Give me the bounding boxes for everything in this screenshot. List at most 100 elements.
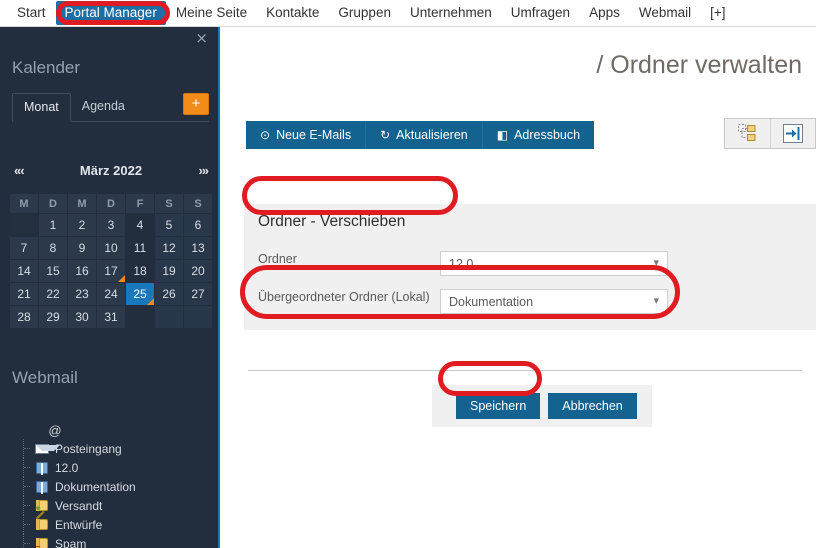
add-event-button[interactable]: + xyxy=(183,93,209,115)
close-icon[interactable]: × xyxy=(195,31,208,46)
form-row-ordner: Ordner 12.0 ▾ xyxy=(244,251,816,276)
calendar-day[interactable]: 22 xyxy=(38,282,68,306)
adressbuch-button[interactable]: ◧ Adressbuch xyxy=(483,121,594,149)
ordner-select[interactable]: 12.0 ▾ xyxy=(440,251,668,276)
nav-item-gruppen[interactable]: Gruppen xyxy=(329,1,400,25)
save-button[interactable]: Speichern xyxy=(456,393,541,419)
calendar-month-label: März 2022 xyxy=(79,163,143,178)
nav-item-meine-seite[interactable]: Meine Seite xyxy=(167,1,256,25)
main-content: / Ordner verwalten ⊙ Neue E-Mails ↻ Aktuali… xyxy=(222,27,816,548)
collapse-panel-icon[interactable] xyxy=(771,119,816,148)
calendar-weekday-row: MDMDFSS xyxy=(9,193,213,214)
nav-item-kontakte[interactable]: Kontakte xyxy=(257,1,328,25)
calendar-day[interactable]: 11 xyxy=(125,236,155,260)
calendar-day[interactable]: 15 xyxy=(38,259,68,283)
calendar-day[interactable]: 30 xyxy=(67,305,97,329)
calendar-week-row: 7 8 9 10 11 12 13 xyxy=(9,236,213,260)
calendar-day[interactable]: 2 xyxy=(67,213,97,237)
calendar-day[interactable]: 5 xyxy=(154,213,184,237)
calendar-day[interactable]: 13 xyxy=(183,236,213,260)
page-title: / Ordner verwalten xyxy=(596,51,802,79)
calendar-day[interactable]: 18 xyxy=(125,259,155,283)
calendar-day[interactable]: 3 xyxy=(96,213,126,237)
calendar-week-row: 21 22 23 24 25 26 27 xyxy=(9,282,213,306)
webmail-folder-label: Entwürfe xyxy=(55,517,103,532)
calendar-day[interactable]: 6 xyxy=(183,213,213,237)
calendar-weekday: S xyxy=(183,193,213,214)
folder-tree-icon[interactable] xyxy=(725,119,770,148)
webmail-folder-label: Posteingang xyxy=(55,441,122,456)
view-tools-toolbar xyxy=(724,118,816,149)
calendar-tabs: Monat Agenda + xyxy=(12,93,209,122)
neue-e-mails-button[interactable]: ⊙ Neue E-Mails xyxy=(246,121,367,149)
nav-item-webmail[interactable]: Webmail xyxy=(630,1,700,25)
webmail-folder-label: Versandt xyxy=(55,498,103,513)
app-root: Start Portal Manager Meine Seite Kontakte Gr… xyxy=(0,0,816,548)
calendar-day[interactable]: 10 xyxy=(96,236,126,260)
calendar-day[interactable]: 25 xyxy=(125,282,155,306)
calendar-day[interactable]: 1 xyxy=(38,213,68,237)
calendar-day[interactable]: 27 xyxy=(183,282,213,306)
calendar-day[interactable]: 20 xyxy=(183,259,213,283)
calendar-grid: MDMDFSS 1 2 3 4 5 6 7 8 9 10 11 12 13 14 15 16 17 18 19 20 2… xyxy=(9,193,213,329)
webmail-folder-item[interactable]: + Versandt xyxy=(22,496,212,515)
envelope-icon xyxy=(34,442,60,456)
webmail-heading: Webmail xyxy=(12,368,78,387)
calendar-days-body: 1 2 3 4 5 6 7 8 9 10 11 12 13 14 15 16 17 18 19 20 21 22 23 24 2… xyxy=(9,213,213,329)
calendar-day[interactable]: 24 xyxy=(96,282,126,306)
nav-item-start[interactable]: Start xyxy=(8,1,55,25)
calendar-day[interactable]: 19 xyxy=(154,259,184,283)
calendar-weekday: M xyxy=(9,193,39,214)
calendar-day[interactable]: 7 xyxy=(9,236,39,260)
calendar-month-nav: «‹ März 2022 ›» xyxy=(10,161,212,186)
nav-item-unternehmen[interactable]: Unternehmen xyxy=(401,1,501,25)
webmail-folder-item[interactable]: – Spam xyxy=(22,534,212,548)
webmail-folder-label: 12.0 xyxy=(55,460,79,475)
book-folder-icon xyxy=(34,461,50,475)
aktualisieren-button[interactable]: ↻ Aktualisieren xyxy=(366,121,483,149)
nav-item-[interactable]: [+] xyxy=(701,1,734,25)
calendar-day[interactable]: 9 xyxy=(67,236,97,260)
calendar-day[interactable]: 26 xyxy=(154,282,184,306)
calendar-day-empty xyxy=(154,305,184,329)
nav-item-portal-manager[interactable]: Portal Manager xyxy=(55,1,166,25)
top-navigation-bar: Start Portal Manager Meine Seite Kontakte Gr… xyxy=(0,0,816,27)
calendar-weekday: S xyxy=(154,193,184,214)
toolbar-button-label: Aktualisieren xyxy=(396,128,468,142)
calendar-week-row: 14 15 16 17 18 19 20 xyxy=(9,259,213,283)
webmail-folder-label: Dokumentation xyxy=(55,479,136,494)
calendar-day[interactable]: 31 xyxy=(96,305,126,329)
webmail-folder-item[interactable]: 12.0 xyxy=(22,458,212,477)
toolbar-button-label: Neue E-Mails xyxy=(276,128,352,142)
calendar-day[interactable]: 8 xyxy=(38,236,68,260)
calendar-day[interactable]: 16 xyxy=(67,259,97,283)
parent-ordner-select-value: Dokumentation xyxy=(449,294,534,309)
calendar-day[interactable]: 23 xyxy=(67,282,97,306)
calendar-weekday: F xyxy=(125,193,155,214)
mail-toolbar: ⊙ Neue E-Mails ↻ Aktualisieren ◧ Adressbuch xyxy=(246,121,595,149)
nav-item-apps[interactable]: Apps xyxy=(580,1,629,25)
calendar-day[interactable]: 21 xyxy=(9,282,39,306)
webmail-folder-item[interactable]: Entwürfe xyxy=(22,510,212,534)
calendar-day[interactable]: 17 xyxy=(96,259,126,283)
webmail-folder-item[interactable]: Posteingang xyxy=(22,439,212,458)
tab-agenda[interactable]: Agenda xyxy=(71,93,136,120)
calendar-day[interactable]: 28 xyxy=(9,305,39,329)
calendar-day[interactable]: 12 xyxy=(154,236,184,260)
tab-monat[interactable]: Monat xyxy=(12,93,71,122)
ordner-select-value: 12.0 xyxy=(449,256,474,271)
nav-item-umfragen[interactable]: Umfragen xyxy=(502,1,579,25)
calendar-day-empty xyxy=(183,305,213,329)
cancel-button[interactable]: Abbrechen xyxy=(548,393,637,419)
next-month-button[interactable]: ›» xyxy=(198,163,209,178)
calendar-heading: Kalender xyxy=(12,58,81,77)
calendar-day-empty xyxy=(125,305,155,329)
parent-ordner-select[interactable]: Dokumentation ▾ xyxy=(440,289,668,314)
webmail-folder-label: Spam xyxy=(55,536,87,548)
webmail-folder-item[interactable]: Dokumentation xyxy=(22,477,212,496)
calendar-day[interactable]: 29 xyxy=(38,305,68,329)
calendar-weekday: D xyxy=(38,193,68,214)
calendar-day[interactable]: 4 xyxy=(125,213,155,237)
calendar-day[interactable]: 14 xyxy=(9,259,39,283)
calendar-day-empty xyxy=(9,213,39,237)
